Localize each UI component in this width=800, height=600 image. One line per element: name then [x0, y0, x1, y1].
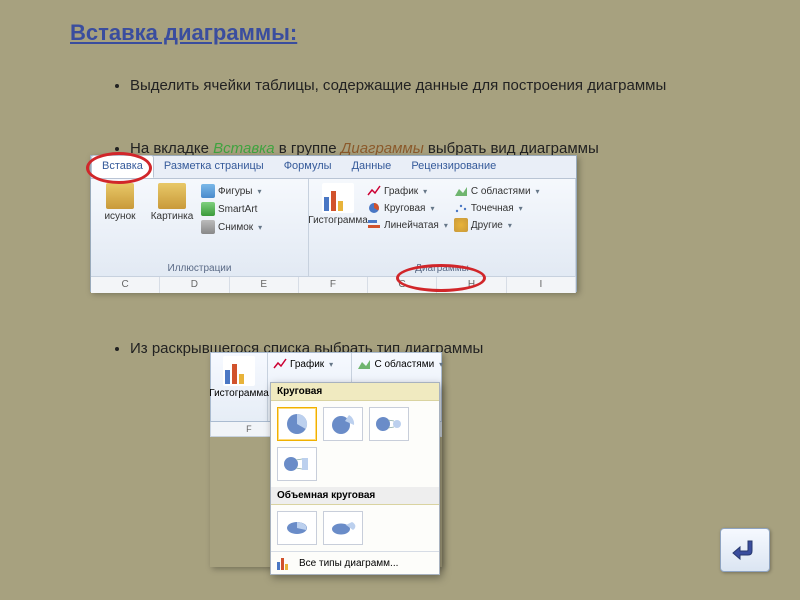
other-charts-button[interactable]: Другие: [454, 218, 540, 232]
section-pie: Круговая: [271, 383, 439, 401]
column-headers: C D E F G H I: [91, 276, 576, 293]
tab-data[interactable]: Данные: [342, 156, 402, 178]
scatter-chart-icon: [454, 201, 468, 215]
pie-2d-option[interactable]: [277, 407, 317, 441]
pie-chart-button[interactable]: Круговая: [367, 201, 448, 215]
tab-insert[interactable]: Вставка: [91, 155, 154, 178]
screenshot-icon: [201, 220, 215, 234]
clipart-button[interactable]: Картинка: [149, 183, 195, 222]
smartart-icon: [201, 202, 215, 216]
bar-of-pie-option[interactable]: [277, 447, 317, 481]
screenshot-button[interactable]: Снимок: [201, 220, 262, 234]
other-charts-icon: [454, 218, 468, 232]
tab-formulas[interactable]: Формулы: [274, 156, 342, 178]
bar-chart-button[interactable]: Линейчатая: [367, 218, 448, 232]
return-arrow-icon: [730, 537, 760, 563]
tab-page-layout[interactable]: Разметка страницы: [154, 156, 274, 178]
picture-button[interactable]: исунок: [97, 183, 143, 222]
back-button[interactable]: [720, 528, 770, 572]
dd-area-button[interactable]: С областями: [357, 357, 443, 371]
dd-histogram-button[interactable]: Гистограмма: [216, 356, 262, 399]
histogram-button[interactable]: Гистограмма: [315, 183, 361, 226]
group-charts: Гистограмма График Круговая: [309, 179, 576, 276]
area-chart-button[interactable]: С областями: [454, 184, 540, 198]
all-types-icon: [277, 556, 293, 570]
shapes-icon: [201, 184, 215, 198]
bar-chart-icon: [367, 218, 381, 232]
group-illustrations: исунок Картинка Фигуры SmartArt: [91, 179, 309, 276]
dd-line-button[interactable]: График: [273, 357, 346, 371]
shapes-button[interactable]: Фигуры: [201, 184, 262, 198]
pie-3d-exploded-option[interactable]: [323, 511, 363, 545]
scatter-chart-button[interactable]: Точечная: [454, 201, 540, 215]
bullet-1: Выделить ячейки таблицы, содержащие данн…: [130, 77, 770, 94]
ribbon-tabs: Вставка Разметка страницы Формулы Данные…: [91, 156, 576, 179]
line-chart-icon: [367, 184, 381, 198]
pie-chart-icon: [367, 201, 381, 215]
slide-title: Вставка диаграммы:: [70, 20, 297, 46]
all-chart-types-button[interactable]: Все типы диаграмм...: [271, 551, 439, 574]
pie-of-pie-option[interactable]: [369, 407, 409, 441]
line-chart-button[interactable]: График: [367, 184, 448, 198]
ribbon-screenshot: Вставка Разметка страницы Формулы Данные…: [90, 155, 577, 292]
pie-3d-option[interactable]: [277, 511, 317, 545]
group-label-illustrations: Иллюстрации: [97, 263, 302, 274]
pie-exploded-option[interactable]: [323, 407, 363, 441]
group-label-charts: Диаграммы: [315, 263, 569, 274]
tab-review[interactable]: Рецензирование: [401, 156, 506, 178]
area-chart-icon: [357, 357, 371, 371]
pie-dropdown-panel: Круговая Объемная круговая: [270, 382, 440, 575]
area-chart-icon: [454, 184, 468, 198]
picture-icon: [106, 183, 134, 209]
section-3d-pie: Объемная круговая: [271, 487, 439, 505]
line-chart-icon: [273, 357, 287, 371]
dropdown-screenshot: Гистограмма График Круговая С областями …: [210, 352, 442, 567]
clipart-icon: [158, 183, 186, 209]
smartart-button[interactable]: SmartArt: [201, 202, 262, 216]
